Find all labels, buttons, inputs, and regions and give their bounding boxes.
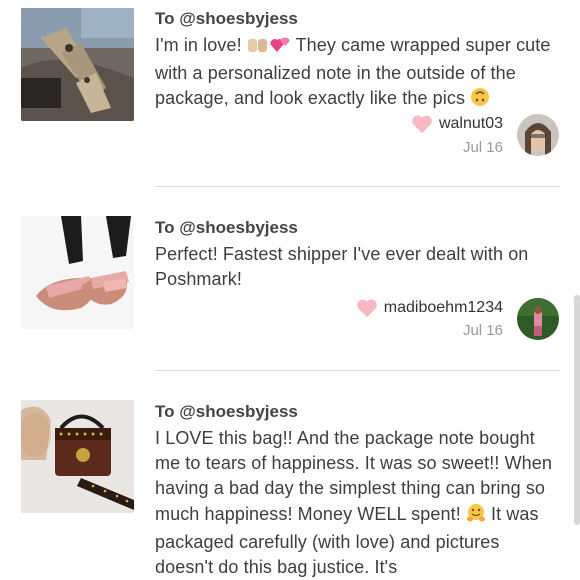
upside-down-face-icon bbox=[470, 87, 490, 114]
hugging-face-icon bbox=[466, 503, 486, 530]
listing-thumbnail[interactable] bbox=[21, 8, 134, 121]
review-date: Jul 16 bbox=[462, 322, 503, 339]
avatar[interactable] bbox=[517, 298, 559, 340]
review-text: Perfect! Fastest shipper I've ever dealt… bbox=[155, 244, 529, 290]
listing-thumbnail[interactable] bbox=[21, 216, 134, 329]
review-text-part: I'm in love! bbox=[155, 35, 247, 55]
recipient-label: To @shoesbyjess bbox=[155, 9, 298, 28]
review-text: I'm in love! They came wrapped super cut… bbox=[155, 33, 560, 115]
username[interactable]: walnut03 bbox=[439, 115, 503, 133]
username[interactable]: madiboehm1234 bbox=[384, 299, 503, 317]
hearts-icon bbox=[269, 36, 291, 61]
recipient-label: To @shoesbyjess bbox=[155, 218, 298, 237]
hands-icon bbox=[247, 36, 269, 61]
divider bbox=[155, 186, 560, 187]
review-text: I LOVE this bag!! And the package note b… bbox=[155, 426, 560, 580]
listing-thumbnail[interactable] bbox=[21, 400, 134, 513]
recipient-label: To @shoesbyjess bbox=[155, 402, 298, 421]
heart-icon bbox=[412, 115, 432, 134]
heart-icon bbox=[356, 299, 377, 318]
reviewer[interactable]: madiboehm1234 bbox=[356, 298, 503, 318]
review-date: Jul 16 bbox=[462, 139, 503, 156]
scrollbar[interactable] bbox=[574, 295, 580, 525]
divider bbox=[155, 370, 560, 371]
avatar[interactable] bbox=[517, 114, 559, 156]
reviewer[interactable]: walnut03 bbox=[411, 114, 503, 134]
